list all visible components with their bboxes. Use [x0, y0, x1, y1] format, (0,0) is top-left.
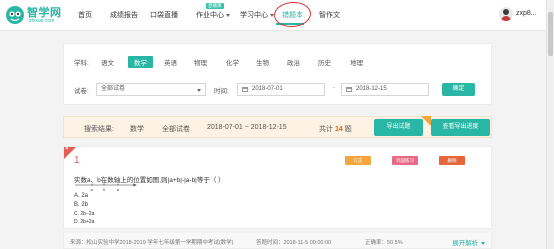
nav-item-learning[interactable]: 学习中心	[240, 10, 274, 20]
option-d: D. 2b+2a	[74, 219, 95, 225]
practice-button[interactable]: 巩固练习	[392, 156, 418, 165]
subject-biology[interactable]: 生物	[256, 57, 269, 67]
scrollbar-thumb[interactable]	[548, 12, 553, 56]
number-line-b: b	[117, 187, 120, 191]
question-source: 来源：松山实验中学2018-2019 学年七年级第一学期期中考试(数学)	[70, 240, 234, 246]
hand-drawn-highlight	[273, 0, 312, 29]
brand-logo[interactable]: 智学网 zhixue.com	[5, 3, 67, 28]
number-line-zero: 0	[103, 187, 106, 191]
accuracy-rate: 正确率：50.5%	[365, 240, 403, 246]
subject-label: 学科:	[74, 60, 89, 67]
user-menu[interactable]: zxp8...	[499, 6, 541, 24]
expand-analysis-label: 展开解析	[452, 240, 479, 247]
answer-time: 答题时间：2018-11-5 00:00:00	[256, 240, 332, 246]
results-range: 2018-07-01 ~ 2018-12-15	[207, 124, 287, 131]
subject-chemistry[interactable]: 化学	[226, 57, 239, 67]
nav-item-homework[interactable]: 作业中心	[196, 10, 230, 20]
option-c: C. 2b−2a	[74, 211, 95, 217]
chevron-down-icon	[197, 89, 201, 92]
top-navbar: 智学网 zhixue.com 首页 成绩报告 口袋直播 直播课 作业中心 学习中…	[0, 0, 554, 31]
logo-icon	[6, 6, 24, 24]
results-subject: 数学	[130, 126, 144, 133]
nav-item-score-report[interactable]: 成绩报告	[110, 10, 138, 20]
option-b: B. 2b	[74, 202, 89, 208]
calendar-icon	[242, 87, 248, 92]
nav-item-home[interactable]: 首页	[78, 10, 92, 20]
results-exam: 全部试卷	[162, 126, 190, 133]
date-separator: -	[333, 85, 336, 92]
correct-button[interactable]: 订正	[345, 156, 371, 165]
filter-panel: 学科: 语文 数学 英语 物理 化学 生物 政治 历史 地理 试卷: 全部试卷 …	[63, 43, 492, 105]
subject-math[interactable]: 数学	[128, 56, 153, 68]
question-footer: 来源：松山实验中学2018-2019 学年七年级第一学期期中考试(数学) 答题时…	[63, 233, 492, 249]
delete-button[interactable]: 删除	[439, 156, 465, 165]
subject-politics[interactable]: 政治	[287, 57, 300, 67]
new-corner-tag	[421, 116, 431, 126]
time-label: 时间:	[214, 88, 229, 95]
results-total-prefix: 共计	[319, 126, 333, 133]
subject-history[interactable]: 历史	[318, 57, 331, 67]
exam-select-value: 全部试卷	[101, 86, 126, 92]
chevron-down-icon	[481, 241, 485, 245]
expand-analysis-link[interactable]: 展开解析	[452, 237, 485, 247]
date-to-value: 2018-12-15	[356, 86, 387, 92]
avatar[interactable]	[499, 7, 513, 21]
export-button-label: 导出试题	[386, 124, 411, 130]
username: zxp8...	[516, 10, 537, 17]
export-progress-button[interactable]: 查看导出进度	[431, 119, 490, 136]
exam-label: 试卷:	[74, 88, 89, 95]
number-line-figure: a 0 b	[75, 183, 137, 191]
live-badge: 直播课	[206, 3, 224, 9]
nav-item-homework-label: 作业中心	[196, 12, 224, 19]
search-results-bar: 搜索结果: 数学 全部试卷 2018-07-01 ~ 2018-12-15 共计…	[63, 116, 492, 138]
subject-chinese[interactable]: 语文	[101, 57, 114, 67]
date-from-value: 2018-07-01	[252, 86, 283, 92]
results-total: 共计 14 题	[319, 124, 352, 134]
exam-select[interactable]: 全部试卷	[96, 83, 206, 96]
close-icon: ×	[65, 146, 69, 152]
nav-item-learning-label: 学习中心	[240, 12, 268, 19]
question-card: × 1 订正 巩固练习 删除 实数a、b在数轴上的位置如图,则|a+b|-|a-…	[63, 146, 492, 229]
subject-geography[interactable]: 地理	[350, 57, 363, 67]
question-number: 1	[74, 155, 80, 166]
nav-item-live-label: 口袋直播	[150, 12, 178, 19]
calendar-icon	[346, 87, 352, 92]
export-button[interactable]: 导出试题	[374, 116, 431, 136]
results-label: 搜索结果:	[84, 126, 114, 133]
subject-english[interactable]: 英语	[164, 57, 177, 67]
chevron-down-icon	[226, 13, 230, 17]
confirm-button[interactable]: 确定	[442, 83, 475, 96]
results-total-suffix: 题	[344, 126, 352, 133]
option-a: A. 2a	[74, 193, 89, 199]
date-to-input[interactable]: 2018-12-15	[341, 83, 429, 96]
subject-physics[interactable]: 物理	[194, 57, 207, 67]
nav-item-live[interactable]: 口袋直播	[150, 10, 178, 20]
page-scrollbar[interactable]	[546, 0, 554, 249]
results-count: 14	[334, 126, 343, 133]
number-line-a: a	[91, 187, 94, 191]
brand-domain: zhixue.com	[29, 18, 55, 24]
date-from-input[interactable]: 2018-07-01	[237, 83, 325, 96]
nav-item-essay[interactable]: 智作文	[319, 10, 340, 20]
